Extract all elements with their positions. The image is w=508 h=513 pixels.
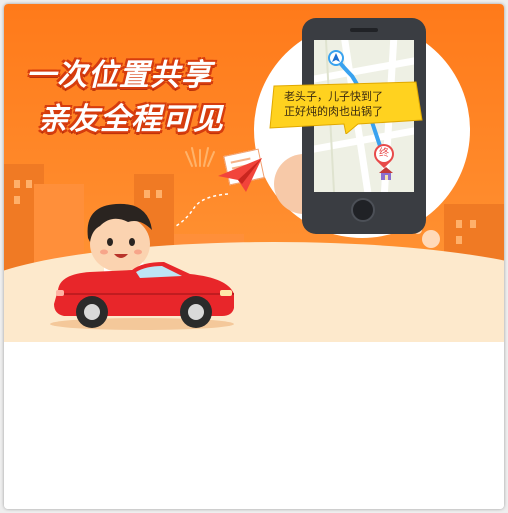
promo-card: 一次位置共享 亲友全程可见 终 老头子，儿子快到了 正好炖的肉也出锅了 [4,4,504,509]
house-icon [379,167,393,180]
navigation-arrow-icon [328,50,344,66]
paper-plane-icon [218,158,262,192]
speech-bubble: 老头子，儿子快到了 正好炖的肉也出锅了 [266,80,424,134]
speech-line1: 老头子，儿子快到了 [284,90,383,103]
speech-line2: 正好炖的肉也出锅了 [284,105,383,118]
phone-speaker [350,28,378,32]
headline-line2: 亲友全程可见 [38,102,224,137]
red-car [50,262,234,330]
destination-pin-label: 终 [376,146,392,162]
headline-line1: 一次位置共享 [26,58,212,93]
phone-home-button [351,198,375,222]
flight-path [175,193,229,227]
decor-dot [422,230,440,248]
location-share-banner[interactable]: 一次位置共享 亲友全程可见 终 老头子，儿子快到了 正好炖的肉也出锅了 [4,4,504,342]
content-area [4,342,504,509]
